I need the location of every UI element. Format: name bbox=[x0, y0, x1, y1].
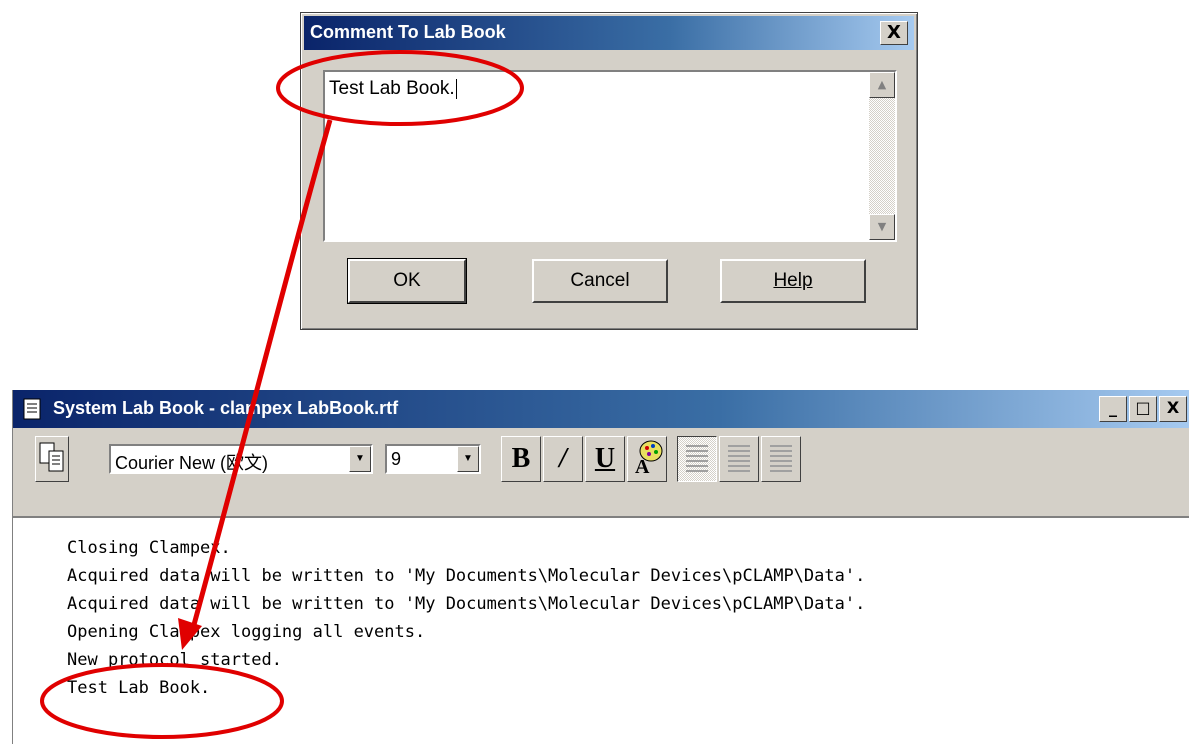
scroll-down-icon[interactable]: ▼ bbox=[869, 214, 895, 240]
underline-button[interactable]: U bbox=[585, 436, 625, 482]
chevron-down-icon[interactable]: ▼ bbox=[349, 446, 371, 472]
chevron-down-icon[interactable]: ▼ bbox=[457, 446, 479, 472]
labbook-titlebar[interactable]: System Lab Book - clampex LabBook.rtf _ … bbox=[13, 390, 1189, 428]
cancel-button[interactable]: Cancel bbox=[532, 259, 668, 303]
comment-input[interactable]: Test Lab Book. ▲ ▼ bbox=[323, 70, 897, 242]
log-line: Acquired data will be written to 'My Doc… bbox=[67, 594, 866, 614]
font-size-value: 9 bbox=[391, 449, 402, 469]
vertical-scrollbar[interactable]: ▲ ▼ bbox=[869, 72, 895, 240]
align-center-button[interactable] bbox=[719, 436, 759, 482]
bold-button[interactable]: B bbox=[501, 436, 541, 482]
text-caret bbox=[455, 78, 457, 99]
documents-icon bbox=[39, 442, 64, 472]
log-line: Closing Clampex. bbox=[67, 538, 231, 558]
maximize-icon[interactable]: □ bbox=[1129, 396, 1157, 422]
comment-dialog: Comment To Lab Book X Test Lab Book. ▲ ▼… bbox=[300, 12, 918, 330]
align-right-button[interactable] bbox=[761, 436, 801, 482]
document-icon bbox=[23, 398, 41, 420]
dialog-titlebar[interactable]: Comment To Lab Book X bbox=[304, 16, 914, 50]
align-left-icon bbox=[686, 445, 708, 473]
scroll-up-icon[interactable]: ▲ bbox=[869, 72, 895, 98]
minimize-icon[interactable]: _ bbox=[1099, 396, 1127, 422]
help-button[interactable]: Help bbox=[720, 259, 866, 303]
labbook-content[interactable]: Closing Clampex. Acquired data will be w… bbox=[13, 516, 1189, 744]
dialog-title: Comment To Lab Book bbox=[310, 22, 506, 42]
ok-button[interactable]: OK bbox=[347, 258, 467, 304]
labbook-window: System Lab Book - clampex LabBook.rtf _ … bbox=[12, 390, 1189, 744]
align-center-icon bbox=[728, 445, 750, 473]
font-name-select[interactable]: Courier New (欧文) ▼ bbox=[109, 444, 373, 474]
font-size-select[interactable]: 9 ▼ bbox=[385, 444, 481, 474]
close-icon[interactable]: X bbox=[880, 21, 908, 45]
font-color-button[interactable]: A bbox=[627, 436, 667, 482]
insert-comment-button[interactable] bbox=[35, 436, 69, 482]
log-line: Acquired data will be written to 'My Doc… bbox=[67, 566, 866, 586]
comment-text: Test Lab Book. bbox=[329, 78, 455, 99]
format-toolbar: Courier New (欧文) ▼ 9 ▼ B / U A bbox=[13, 428, 1189, 516]
labbook-title: System Lab Book - clampex LabBook.rtf bbox=[53, 398, 399, 418]
log-line: Test Lab Book. bbox=[67, 678, 211, 698]
log-line: New protocol started. bbox=[67, 650, 282, 670]
palette-icon: A bbox=[635, 440, 663, 478]
svg-text:A: A bbox=[635, 456, 650, 477]
font-name-value: Courier New (欧文) bbox=[115, 453, 269, 473]
italic-button[interactable]: / bbox=[543, 436, 583, 482]
close-icon[interactable]: X bbox=[1159, 396, 1187, 422]
align-right-icon bbox=[770, 445, 792, 473]
help-label: Help bbox=[773, 270, 813, 291]
log-line: Opening Clampex logging all events. bbox=[67, 622, 426, 642]
align-left-button[interactable] bbox=[677, 436, 717, 482]
